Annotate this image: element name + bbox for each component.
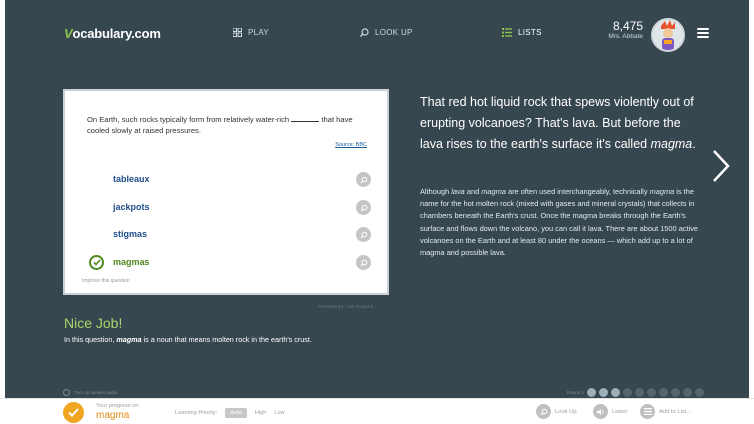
next-arrow-icon[interactable] <box>710 148 732 184</box>
body-part: is the name for the hot molten rock (mix… <box>420 187 699 258</box>
progress-word: magma <box>96 410 130 421</box>
menu-line <box>697 28 709 30</box>
explanation-headline: That red hot liquid rock that spews viol… <box>420 92 705 155</box>
answer-blank <box>291 115 320 122</box>
top-navigation: Vocabulary.com PLAY LOOK UP LISTS 8,475 … <box>5 0 749 68</box>
choice-label: tableaux <box>113 174 150 184</box>
body-part: Although <box>420 187 452 196</box>
body-word: magma <box>481 187 506 196</box>
vocabulary-logo[interactable]: Vocabulary.com <box>64 26 161 41</box>
explanation-body: Although lava and magma are often used i… <box>420 186 710 259</box>
add-to-list-label: Add to List... <box>659 408 692 415</box>
question-card: On Earth, such rocks typically form from… <box>63 89 389 295</box>
priority-high[interactable]: High <box>255 410 267 416</box>
priority-auto[interactable]: Auto <box>225 408 247 418</box>
body-word: lava <box>451 187 465 196</box>
nav-look-up-label: LOOK UP <box>375 28 413 37</box>
round-pip <box>671 388 681 397</box>
nav-lists-label: LISTS <box>518 28 542 37</box>
round-pip <box>623 388 633 397</box>
choice-stigmas[interactable]: stigmas <box>87 225 371 245</box>
app-root: Vocabulary.com PLAY LOOK UP LISTS 8,475 … <box>0 0 754 424</box>
choice-magmas[interactable]: magmas <box>87 253 371 273</box>
prompt-before: On Earth, such rocks typically form from… <box>87 115 290 124</box>
hint-search-icon[interactable] <box>356 172 371 187</box>
choice-jackpots[interactable]: jackpots <box>87 198 371 218</box>
hint-search-icon[interactable] <box>356 200 371 215</box>
body-part: are often used interchangeably, technica… <box>505 187 650 196</box>
look-up-button[interactable]: Look Up <box>536 404 577 419</box>
progress-label: Your progress on: <box>96 403 140 409</box>
headline-word: magma <box>650 137 693 151</box>
practice-stage: Vocabulary.com PLAY LOOK UP LISTS 8,475 … <box>5 0 749 398</box>
listen-label: Listen <box>612 408 628 415</box>
spoken-audio-toggle[interactable]: Turn on spoken audio <box>63 389 117 396</box>
audio-toggle-icon <box>63 389 70 396</box>
bottom-bar: Your progress on: magma Learning Priorit… <box>0 398 754 424</box>
feedback-text: In this question, magma is a noun that m… <box>64 335 312 344</box>
round-pip <box>683 388 693 397</box>
round-pip <box>599 388 609 397</box>
progress-points: PROGRESS: 100 POINTS <box>318 304 374 309</box>
round-pip <box>611 388 621 397</box>
choice-label: magmas <box>113 257 150 267</box>
search-icon <box>536 404 551 419</box>
round-indicator: Round 1 <box>567 388 705 397</box>
headline-end: . <box>692 137 696 151</box>
avatar[interactable] <box>651 18 685 52</box>
feedback-pre: In this question, <box>64 335 117 344</box>
body-word: magma <box>649 187 675 196</box>
choice-label: stigmas <box>113 229 148 239</box>
checkmark-icon <box>89 255 104 270</box>
choice-label: jackpots <box>113 202 150 212</box>
learning-priority: Learning Priority: Auto High Low <box>175 408 285 418</box>
round-pip <box>647 388 657 397</box>
listen-button[interactable]: Listen <box>593 404 627 419</box>
source-link[interactable]: Source: BBC <box>335 142 367 148</box>
search-icon <box>360 28 369 37</box>
round-pip <box>695 388 705 397</box>
look-up-label: Look Up <box>555 408 577 415</box>
hint-search-icon[interactable] <box>356 227 371 242</box>
progress-check-icon <box>63 402 84 423</box>
nav-look-up[interactable]: LOOK UP <box>360 28 413 37</box>
menu-line <box>697 36 709 38</box>
feedback-title: Nice Job! <box>64 315 123 331</box>
nav-play-label: PLAY <box>248 28 270 37</box>
hint-search-icon[interactable] <box>356 255 371 270</box>
list-icon <box>640 404 655 419</box>
user-name: Mrs. Abbate <box>608 33 643 40</box>
user-points[interactable]: 8,475 Mrs. Abbate <box>608 20 643 41</box>
priority-label: Learning Priority: <box>175 410 218 416</box>
question-prompt: On Earth, such rocks typically form from… <box>87 114 367 136</box>
feedback-word: magma <box>116 335 142 344</box>
improve-question-link[interactable]: Improve this question <box>82 278 130 284</box>
round-pip <box>659 388 669 397</box>
avatar-figure-icon <box>653 20 683 50</box>
nav-play[interactable]: PLAY <box>233 28 269 37</box>
round-label: Round 1 <box>567 390 585 395</box>
feedback-post: is a noun that means molten rock in the … <box>141 335 312 344</box>
body-part: and <box>464 187 482 196</box>
round-pip <box>635 388 645 397</box>
menu-line <box>697 32 709 34</box>
priority-low[interactable]: Low <box>274 410 284 416</box>
logo-text: ocabulary.com <box>72 26 161 41</box>
round-pip <box>587 388 597 397</box>
list-icon <box>502 28 512 37</box>
add-to-list-button[interactable]: Add to List... <box>640 404 691 419</box>
grid-icon <box>233 28 242 37</box>
choice-tableaux[interactable]: tableaux <box>87 170 371 190</box>
nav-lists[interactable]: LISTS <box>502 28 542 37</box>
hamburger-menu-icon[interactable] <box>697 28 709 38</box>
audio-toggle-label: Turn on spoken audio <box>74 390 118 395</box>
points-value: 8,475 <box>612 19 643 33</box>
speaker-icon <box>593 404 608 419</box>
